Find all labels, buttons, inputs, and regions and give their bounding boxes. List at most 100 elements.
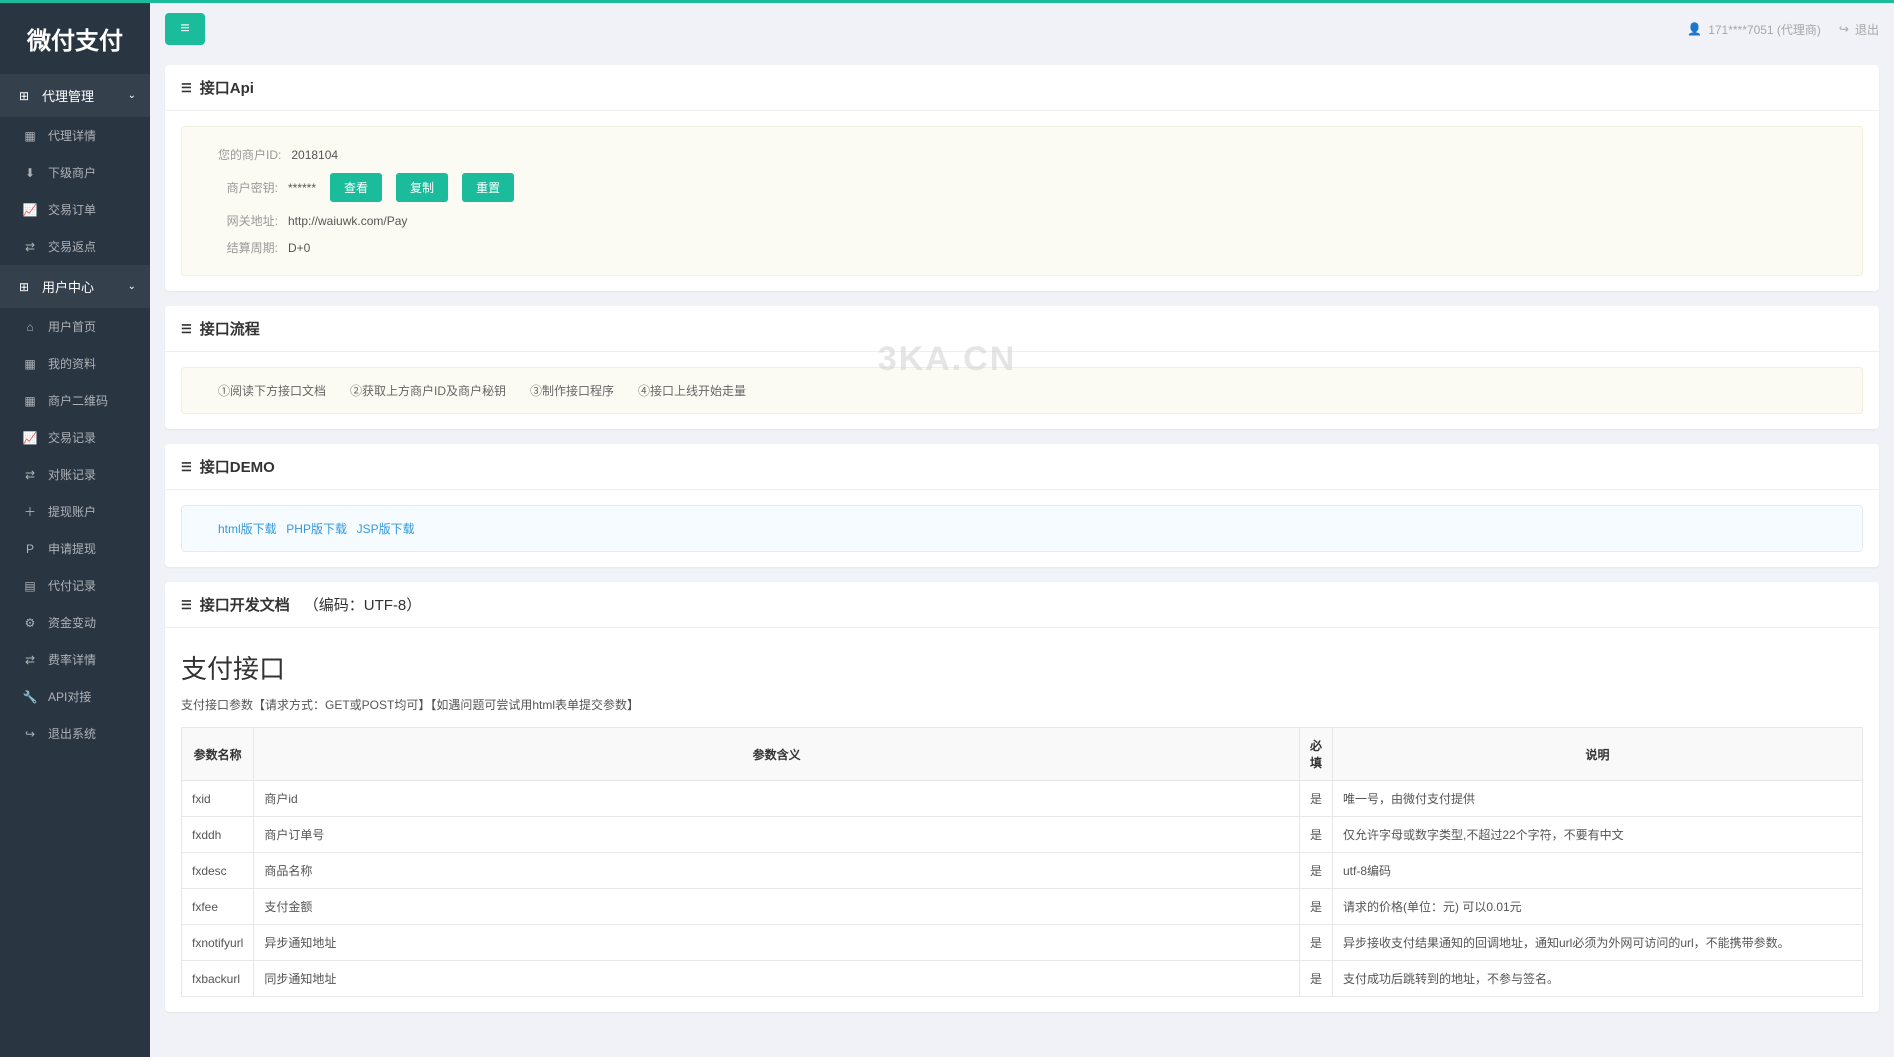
logout-label: 退出 — [1855, 21, 1879, 38]
table-row: fxnotifyurl异步通知地址是异步接收支付结果通知的回调地址，通知url必… — [182, 925, 1863, 961]
menu-group-header[interactable]: ⊞用户中心⌄ — [0, 265, 150, 308]
sidebar-item[interactable]: P申请提现 — [0, 530, 150, 567]
menu-item-icon: ▦ — [22, 394, 38, 408]
list-icon — [181, 320, 192, 337]
demo-link-php[interactable]: PHP版下载 — [286, 522, 347, 536]
cell-param-meaning: 支付金额 — [254, 889, 1300, 925]
sidebar-item[interactable]: ▦ 商户二维码 — [0, 382, 150, 419]
cell-param-meaning: 商户订单号 — [254, 817, 1300, 853]
cell-param-name: fxdesc — [182, 853, 254, 889]
settlement-label: 结算周期: — [218, 239, 278, 256]
merchant-id-value: 2018104 — [291, 148, 338, 162]
merchant-key-value: ****** — [288, 181, 316, 195]
gateway-value: http://waiuwk.com/Pay — [288, 214, 407, 228]
panel-demo: 接口DEMO html版下载 PHP版下载 JSP版下载 — [165, 444, 1879, 567]
menu-item-icon: ＋ — [22, 503, 38, 520]
sidebar-item[interactable]: ↪ 退出系统 — [0, 715, 150, 752]
main-content: ≡ 👤 171****7051 (代理商) ↪ 退出 接口Api — [150, 3, 1894, 1057]
menu-item-label: 交易记录 — [48, 429, 96, 446]
sidebar-item[interactable]: ⬇下级商户 — [0, 154, 150, 191]
merchant-key-label: 商户密钥: — [218, 179, 278, 196]
cell-param-desc: 唯一号，由微付支付提供 — [1333, 781, 1863, 817]
sidebar-item[interactable]: 🔧API对接 — [0, 678, 150, 715]
cell-param-required: 是 — [1299, 961, 1332, 997]
user-label: 171****7051 (代理商) — [1708, 21, 1821, 38]
cell-param-meaning: 商户id — [254, 781, 1300, 817]
sidebar-item[interactable]: ＋提现账户 — [0, 493, 150, 530]
sidebar: 微付支付 ⊞代理管理⌄▦代理详情⬇下级商户📈交易订单⇄交易返点⊞用户中心⌄⌂用户… — [0, 3, 150, 1057]
cell-param-desc: 支付成功后跳转到的地址，不参与签名。 — [1333, 961, 1863, 997]
cell-param-required: 是 — [1299, 853, 1332, 889]
panel-demo-head: 接口DEMO — [165, 444, 1879, 490]
sidebar-item[interactable]: ▦我的资料 — [0, 345, 150, 382]
menu-item-label: 代付记录 — [48, 577, 96, 594]
th-meaning: 参数含义 — [254, 728, 1300, 781]
panel-demo-title: 接口DEMO — [200, 456, 275, 477]
sidebar-item[interactable]: ⚙ 资金变动 — [0, 604, 150, 641]
menu-item-icon: ↪ — [22, 727, 38, 741]
menu-item-icon: ▦ — [22, 129, 38, 143]
table-row: fxddh商户订单号是仅允许字母或数字类型,不超过22个字符，不要有中文 — [182, 817, 1863, 853]
demo-link-html[interactable]: html版下载 — [218, 522, 277, 536]
sidebar-item[interactable]: 📈交易订单 — [0, 191, 150, 228]
menu-item-label: 退出系统 — [48, 725, 96, 742]
menu-group-header[interactable]: ⊞代理管理⌄ — [0, 74, 150, 117]
windows-icon: ⊞ — [16, 280, 32, 294]
menu-item-label: 代理详情 — [48, 127, 96, 144]
menu-item-icon: ⬇ — [22, 166, 38, 180]
reset-key-button[interactable]: 重置 — [462, 173, 514, 202]
menu-item-label: 资金变动 — [48, 614, 96, 631]
cell-param-desc: 异步接收支付结果通知的回调地址，通知url必须为外网可访问的url，不能携带参数… — [1333, 925, 1863, 961]
menu-item-icon: 📈 — [22, 431, 38, 445]
list-icon — [181, 79, 192, 96]
panel-doc: 接口开发文档 （编码：UTF-8） 支付接口 支付接口参数【请求方式：GET或P… — [165, 582, 1879, 1012]
menu-item-label: 对账记录 — [48, 466, 96, 483]
copy-key-button[interactable]: 复制 — [396, 173, 448, 202]
menu-item-label: 商户二维码 — [48, 392, 108, 409]
cell-param-desc: 请求的价格(单位：元) 可以0.01元 — [1333, 889, 1863, 925]
list-icon — [181, 458, 192, 475]
menu-item-label: 用户首页 — [48, 318, 96, 335]
sidebar-item[interactable]: ⇄ 对账记录 — [0, 456, 150, 493]
logout-link[interactable]: ↪ 退出 — [1839, 21, 1879, 38]
menu-item-icon: 📈 — [22, 203, 38, 217]
sidebar-item[interactable]: ▦ 代理详情 — [0, 117, 150, 154]
menu-item-icon: ⇄ — [22, 468, 38, 482]
sidebar-item[interactable]: 📈 交易记录 — [0, 419, 150, 456]
th-name: 参数名称 — [182, 728, 254, 781]
cell-param-name: fxid — [182, 781, 254, 817]
menu-item-icon: 🔧 — [22, 690, 38, 704]
panel-doc-title: 接口开发文档 — [200, 594, 290, 615]
menu-group-title: 代理管理 — [42, 86, 94, 105]
cell-param-required: 是 — [1299, 781, 1332, 817]
params-table: 参数名称 参数含义 必填 说明 fxid商户id是唯一号，由微付支付提供fxdd… — [181, 727, 1863, 997]
api-well: 您的商户ID: 2018104 商户密钥: ****** 查看 复制 重置 网关… — [181, 126, 1863, 276]
cell-param-meaning: 同步通知地址 — [254, 961, 1300, 997]
sidebar-item[interactable]: ⇄交易返点 — [0, 228, 150, 265]
sidebar-toggle-button[interactable]: ≡ — [165, 13, 205, 45]
menu-item-icon: ⚙ — [22, 616, 38, 630]
panel-api-title: 接口Api — [200, 77, 254, 98]
gateway-label: 网关地址: — [218, 212, 278, 229]
table-row: fxid商户id是唯一号，由微付支付提供 — [182, 781, 1863, 817]
doc-section-sub: 支付接口参数【请求方式：GET或POST均可】【如遇问题可尝试用html表单提交… — [181, 696, 1863, 713]
cell-param-meaning: 商品名称 — [254, 853, 1300, 889]
cell-param-meaning: 异步通知地址 — [254, 925, 1300, 961]
menu-item-icon: ⇄ — [22, 240, 38, 254]
cell-param-name: fxddh — [182, 817, 254, 853]
view-key-button[interactable]: 查看 — [330, 173, 382, 202]
menu-item-icon: ▤ — [22, 579, 38, 593]
sidebar-item[interactable]: ▤ 代付记录 — [0, 567, 150, 604]
cell-param-name: fxbackurl — [182, 961, 254, 997]
sidebar-item[interactable]: ⇄费率详情 — [0, 641, 150, 678]
menu-item-icon: ⌂ — [22, 320, 38, 334]
panel-doc-extra: （编码：UTF-8） — [304, 594, 422, 615]
cell-param-name: fxfee — [182, 889, 254, 925]
user-chip[interactable]: 👤 171****7051 (代理商) — [1687, 21, 1821, 38]
panel-flow: 接口流程 ①阅读下方接口文档 ②获取上方商户ID及商户秘钥 ③制作接口程序 ④接… — [165, 306, 1879, 429]
table-row: fxbackurl同步通知地址是支付成功后跳转到的地址，不参与签名。 — [182, 961, 1863, 997]
menu-item-icon: P — [22, 542, 38, 556]
demo-link-jsp[interactable]: JSP版下载 — [357, 522, 415, 536]
flow-text: ①阅读下方接口文档 ②获取上方商户ID及商户秘钥 ③制作接口程序 ④接口上线开始… — [218, 384, 746, 398]
sidebar-item[interactable]: ⌂ 用户首页 — [0, 308, 150, 345]
